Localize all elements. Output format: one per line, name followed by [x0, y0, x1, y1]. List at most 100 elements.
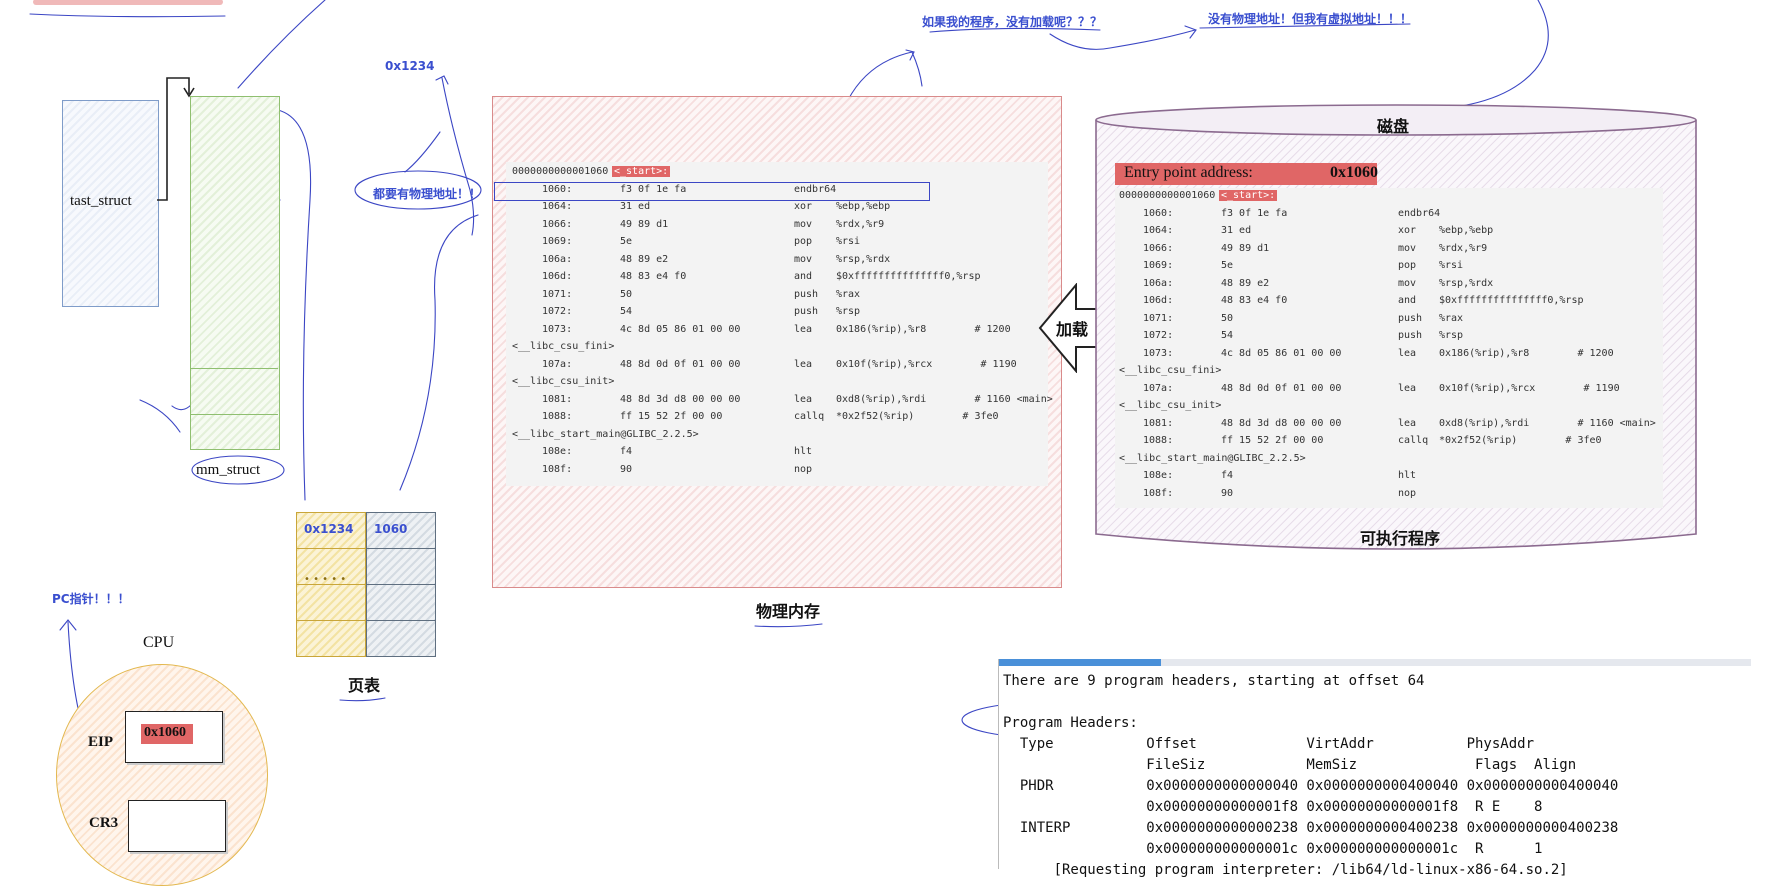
disk-disasm-bytes: 5e — [1221, 260, 1234, 271]
disk-disasm-bytes: 48 8d 0d 0f 01 00 00 — [1221, 382, 1342, 394]
disk-disasm-row: 107a: 48 8d 0d 0f 01 00 00 lea 0x10f(%rip),… — [1115, 383, 1663, 401]
page-table-phys-cell — [366, 620, 436, 657]
phys-disasm-bytes: 54 — [620, 306, 633, 317]
disk-disasm-op: nop — [1398, 487, 1417, 499]
disk-disasm-addr: 107a: — [1143, 382, 1174, 394]
page-table-virt-addr: 0x1234 — [304, 522, 354, 536]
phys-disasm-addr: 106d: — [542, 271, 573, 282]
phys-disasm-addr: 108f: — [542, 463, 573, 475]
disk-caption: 可执行程序 — [1360, 529, 1441, 548]
physical-memory-caption: 物理内存 — [756, 602, 821, 621]
load-arrow-label: 加载 — [1056, 320, 1089, 339]
phys-disasm-op: nop — [794, 463, 813, 475]
disk-disasm-bytes: 90 — [1221, 487, 1234, 499]
page-table-phys-cell — [366, 548, 436, 585]
terminal-line: 0x000000000000001c 0x000000000000001c R … — [1003, 841, 1543, 857]
page-table-phys-addr: 1060 — [374, 522, 408, 536]
page-table: 0x1234 1060 • • • • • — [296, 512, 438, 658]
eip-label: EIP — [88, 734, 114, 750]
phys-disasm-row: 1088: ff 15 52 2f 00 00 callq *0x2f52(%rip)… — [506, 411, 1048, 429]
disk-disasm-continuation: <__libc_csu_init> — [1119, 400, 1222, 411]
cpu-title: CPU — [143, 634, 175, 651]
cr3-register — [128, 800, 226, 852]
disk-disasm-args: %rsp — [1439, 330, 1464, 341]
disasm-header: 0000000000001060 <_start>: — [506, 166, 1048, 184]
phys-disasm-bytes: 50 — [620, 288, 633, 300]
phys-disasm-row: 108e: f4 hlt — [506, 446, 1048, 464]
disk-disasm-row: 106a: 48 89 e2 mov %rsp,%rdx — [1115, 278, 1663, 296]
terminal-panel: There are 9 program headers, starting at… — [998, 659, 1751, 878]
phys-disasm-addr: 1073: — [542, 323, 573, 335]
phys-disasm-op: and — [794, 271, 813, 282]
disk-disasm-op: lea — [1398, 347, 1417, 359]
disk-disasm-header: 0000000000001060 <_start>: — [1115, 190, 1663, 208]
disk-disasm-addr: 1060: — [1143, 207, 1174, 219]
disk-disasm-row: <__libc_csu_fini> — [1115, 365, 1663, 383]
phys-disasm-op: mov — [794, 218, 813, 230]
phys-disasm-row: 1072: 54 push %rsp — [506, 306, 1048, 324]
terminal-scroll-thumb[interactable] — [999, 659, 1161, 666]
disk-disasm-addr: 1064: — [1143, 225, 1174, 236]
disk-disasm-op: hlt — [1398, 470, 1417, 481]
page-table-phys-cell — [366, 584, 436, 621]
disk-disasm-op: lea — [1398, 417, 1417, 429]
phys-disasm-addr: 1069: — [542, 236, 573, 247]
disk-disasm-addr: 108f: — [1143, 487, 1174, 499]
disasm-header-addr: 0000000000001060 — [512, 166, 609, 177]
task-struct-label: tast_struct — [70, 193, 132, 209]
phys-disasm-row: 1064: 31 ed xor %ebp,%ebp — [506, 201, 1048, 219]
cr3-label: CR3 — [89, 815, 119, 831]
disk-disasm-bytes: 31 ed — [1221, 225, 1252, 236]
phys-disasm-args: %rax — [836, 288, 861, 300]
disk-disasm-bytes: 48 8d 3d d8 00 00 00 — [1221, 417, 1342, 429]
phys-disasm-continuation: <__libc_csu_init> — [512, 376, 615, 387]
phys-disasm-continuation: <__libc_csu_fini> — [512, 341, 615, 352]
disk-disasm-row: 108e: f4 hlt — [1115, 470, 1663, 488]
disk-disasm-addr: 1066: — [1143, 242, 1174, 254]
phys-disasm-op: lea — [794, 323, 813, 335]
disk-disasm-args: %rsi — [1439, 260, 1464, 271]
mm-struct-divider-2 — [190, 414, 278, 415]
eip-value: 0x1060 — [144, 725, 186, 740]
phys-disasm-addr: 1088: — [542, 411, 573, 422]
disk-disasm-addr: 1069: — [1143, 260, 1174, 271]
disk-disasm-addr: 1073: — [1143, 347, 1174, 359]
phys-disasm-row: <__libc_start_main@GLIBC_2.2.5> — [506, 429, 1048, 447]
disk-disasm-args: %rax — [1439, 312, 1464, 324]
disk-disasm-row: 1071: 50 push %rax — [1115, 313, 1663, 331]
phys-disasm-bytes: 5e — [620, 236, 633, 247]
disk-disasm-addr: 108e: — [1143, 470, 1174, 481]
phys-disasm-op: xor — [794, 201, 813, 212]
phys-disasm-args: $0xfffffffffffffff0,%rsp — [836, 271, 981, 282]
terminal-line: [Requesting program interpreter: /lib64/… — [1003, 862, 1568, 878]
phys-disasm-args: %ebp,%ebp — [836, 201, 891, 212]
note-not-loaded: 如果我的程序，没有加载呢？？？ — [922, 15, 1103, 29]
disk-disasm-row: 1064: 31 ed xor %ebp,%ebp — [1115, 225, 1663, 243]
physical-memory-disasm: 0000000000001060 <_start>: 1060: f3 0f 1e… — [506, 162, 1053, 486]
page-table-virt-cell — [296, 584, 366, 621]
phys-disasm-bytes: f4 — [620, 446, 633, 457]
phys-disasm-addr: 1071: — [542, 288, 573, 300]
terminal-line: Type Offset VirtAddr PhysAddr — [1003, 736, 1535, 752]
phys-disasm-args: *0x2f52(%rip) # 3fe0 — [836, 411, 999, 422]
disk-disasm-row: 1081: 48 8d 3d d8 00 00 00 lea 0xd8(%rip),%… — [1115, 418, 1663, 436]
disk-disasm-row: 106d: 48 83 e4 f0 and $0xfffffffffffffff0,%… — [1115, 295, 1663, 313]
disk-title: 磁盘 — [1377, 117, 1410, 136]
disk-disasm-row: 1088: ff 15 52 2f 00 00 callq *0x2f52(%rip)… — [1115, 435, 1663, 453]
disasm-header-symbol: <_start>: — [612, 166, 671, 177]
phys-disasm-row: 1073: 4c 8d 05 86 01 00 00 lea 0x186(%rip),… — [506, 324, 1048, 342]
phys-disasm-row: 1069: 5e pop %rsi — [506, 236, 1048, 254]
disk-disasm-bytes: f4 — [1221, 470, 1234, 481]
note-0x1234: 0x1234 — [385, 59, 435, 73]
disk-disasm-row: 1066: 49 89 d1 mov %rdx,%r9 — [1115, 243, 1663, 261]
disk-disasm-args: 0x186(%rip),%r8 # 1200 — [1439, 347, 1614, 359]
disk-disasm-addr: 1071: — [1143, 312, 1174, 324]
disk-disasm-addr: 1081: — [1143, 417, 1174, 429]
terminal-line: INTERP 0x0000000000000238 0x000000000040… — [1003, 820, 1619, 836]
disk-disasm-args: *0x2f52(%rip) # 3fe0 — [1439, 435, 1602, 446]
phys-disasm-row: 106d: 48 83 e4 f0 and $0xfffffffffffffff0,%… — [506, 271, 1048, 289]
phys-disasm-continuation: <__libc_start_main@GLIBC_2.2.5> — [512, 428, 699, 440]
page-table-virt-cell — [296, 620, 366, 657]
terminal-output: There are 9 program headers, starting at… — [1003, 671, 1618, 881]
